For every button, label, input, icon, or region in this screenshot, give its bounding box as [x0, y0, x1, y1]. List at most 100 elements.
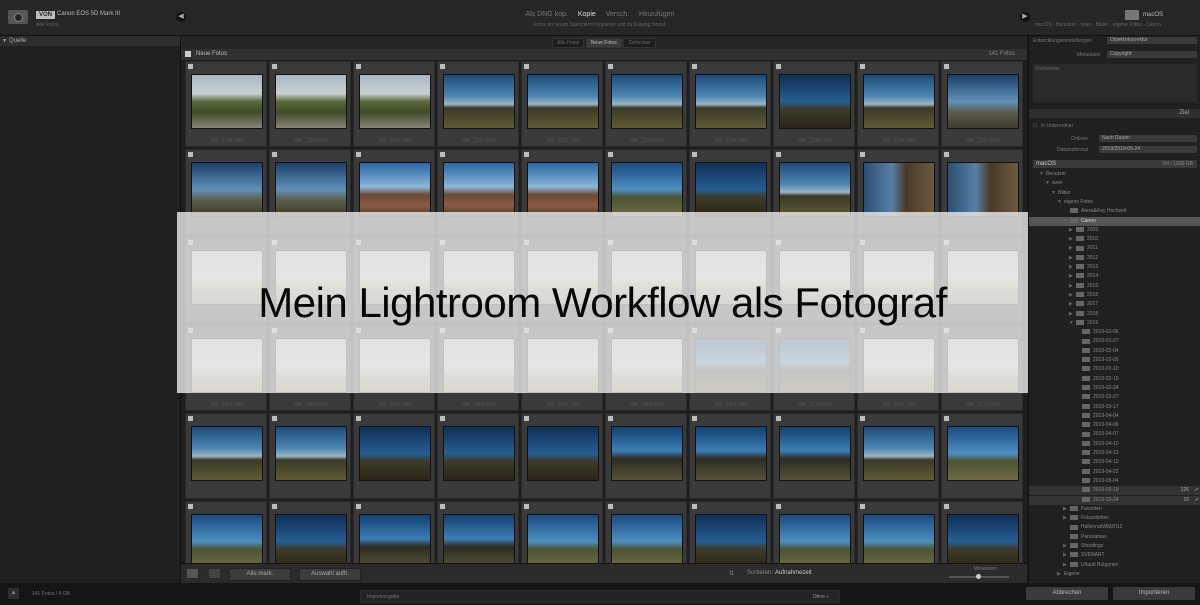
folder-item[interactable]: ▶ Eigene — [1029, 570, 1200, 579]
folder-item[interactable]: ▼ Canon — [1029, 216, 1200, 226]
photo-checkbox[interactable] — [776, 64, 781, 69]
folder-item[interactable]: 2019-04-22 — [1029, 468, 1200, 477]
disclosure-triangle-icon[interactable]: ▶ — [1063, 505, 1070, 514]
folder-item[interactable]: ▼ 2019 — [1029, 319, 1200, 328]
disclosure-triangle-icon[interactable]: ▶ — [1069, 263, 1076, 272]
photo-thumbnail[interactable] — [863, 162, 935, 217]
photo-thumbnail[interactable] — [611, 162, 683, 217]
photo-checkbox[interactable] — [188, 416, 193, 421]
photo-thumbnail[interactable] — [275, 74, 347, 129]
folder-item[interactable]: ▼ eigene Fotos — [1029, 198, 1200, 207]
disclosure-triangle-icon[interactable]: ▶ — [1069, 291, 1076, 300]
photo-checkbox[interactable] — [524, 504, 529, 509]
cancel-button[interactable]: Abbrechen — [1026, 587, 1108, 600]
photo-thumbnail[interactable] — [947, 426, 1019, 481]
folder-item[interactable]: ▶ 2015 — [1029, 282, 1200, 291]
folder-item[interactable]: HallenradWM2012 — [1029, 523, 1200, 532]
photo-checkbox[interactable] — [524, 64, 529, 69]
source-panel-header[interactable]: Quelle — [0, 36, 180, 46]
photo-checkbox[interactable] — [272, 416, 277, 421]
mode-move[interactable]: Versch. — [606, 11, 629, 18]
photo-checkbox[interactable] — [776, 504, 781, 509]
photo-checkbox[interactable] — [776, 152, 781, 157]
disclosure-triangle-icon[interactable]: ▼ — [1057, 198, 1064, 207]
photo-checkbox[interactable] — [272, 152, 277, 157]
destination-name[interactable]: macOS — [1143, 12, 1163, 18]
photo-checkbox[interactable] — [356, 64, 361, 69]
photo-cell[interactable] — [857, 413, 939, 499]
photo-thumbnail[interactable] — [863, 426, 935, 481]
check-all-button[interactable]: Alle mark. — [229, 568, 291, 581]
photo-thumbnail[interactable] — [527, 74, 599, 129]
disclosure-triangle-icon[interactable]: ▼ — [1039, 170, 1046, 179]
folder-item[interactable]: ▶ 2017 — [1029, 300, 1200, 309]
folder-item[interactable]: ▼ sven — [1029, 179, 1200, 188]
photo-thumbnail[interactable] — [527, 162, 599, 217]
organize-dropdown[interactable]: Nach Datum — [1099, 135, 1197, 142]
disclosure-triangle-icon[interactable]: ▶ — [1069, 235, 1076, 244]
photo-thumbnail[interactable] — [275, 162, 347, 217]
photo-thumbnail[interactable] — [443, 74, 515, 129]
folder-item[interactable]: ▶ Fotoarbeiten — [1029, 514, 1200, 523]
volume-row[interactable]: macOS 3/4 / 1000 GB — [1033, 160, 1197, 168]
photo-thumbnail[interactable] — [611, 74, 683, 129]
disclosure-triangle-icon[interactable]: ▼ — [1069, 319, 1076, 328]
photo-checkbox[interactable] — [356, 152, 361, 157]
photo-thumbnail[interactable] — [359, 514, 431, 569]
thumbnail-size-slider[interactable] — [949, 574, 1009, 579]
photo-thumbnail[interactable] — [191, 162, 263, 217]
photo-thumbnail[interactable] — [527, 426, 599, 481]
folder-item[interactable]: ▶ Shootings — [1029, 542, 1200, 551]
photo-thumbnail[interactable] — [863, 74, 935, 129]
folder-item[interactable]: ▼ Bilder — [1029, 189, 1200, 198]
photo-checkbox[interactable] — [608, 504, 613, 509]
disclosure-triangle-icon[interactable]: ▶ — [1063, 551, 1070, 560]
keywords-field[interactable]: Stichwörter — [1033, 64, 1197, 102]
photo-cell[interactable] — [269, 413, 351, 499]
photo-thumbnail[interactable] — [695, 426, 767, 481]
folder-item[interactable]: 2019-02-19 — [1029, 375, 1200, 384]
uncheck-all-button[interactable]: Auswahl aufh. — [299, 568, 361, 581]
folder-item[interactable]: ▶ 2013 — [1029, 263, 1200, 272]
folder-item[interactable]: 2019-04-06 — [1029, 421, 1200, 430]
folder-item[interactable]: Alexa&Kay Hochzeit — [1029, 207, 1200, 216]
photo-thumbnail[interactable] — [527, 514, 599, 569]
photo-cell[interactable] — [185, 413, 267, 499]
photo-checkbox[interactable] — [440, 416, 445, 421]
photo-checkbox[interactable] — [860, 416, 865, 421]
photo-checkbox[interactable] — [692, 416, 697, 421]
photo-thumbnail[interactable] — [443, 162, 515, 217]
subfolder-checkbox[interactable]: ☐ — [1033, 123, 1037, 129]
photo-thumbnail[interactable] — [779, 74, 851, 129]
tab-all-photos[interactable]: Alle Fotos — [552, 38, 585, 48]
photo-cell[interactable]: SDI_3335.CR2 — [773, 61, 855, 147]
photo-thumbnail[interactable] — [359, 74, 431, 129]
photo-thumbnail[interactable] — [359, 162, 431, 217]
folder-item[interactable]: ▶ 2010 — [1029, 235, 1200, 244]
ziel-header[interactable]: Ziel — [1029, 109, 1200, 118]
photo-cell[interactable]: SDI_3336.CR2 — [857, 61, 939, 147]
photo-checkbox[interactable] — [188, 64, 193, 69]
photo-checkbox[interactable] — [356, 416, 361, 421]
photo-checkbox[interactable] — [440, 152, 445, 157]
folder-item[interactable]: 2019-02-10 — [1029, 365, 1200, 374]
photo-checkbox[interactable] — [944, 64, 949, 69]
disclosure-triangle-icon[interactable]: ▶ — [1069, 272, 1076, 281]
photo-checkbox[interactable] — [524, 152, 529, 157]
expand-icon[interactable]: ▲ — [8, 588, 19, 599]
folder-item[interactable]: 2019-03-17 — [1029, 403, 1200, 412]
disclosure-triangle-icon[interactable]: ▼ — [1045, 179, 1052, 188]
photo-thumbnail[interactable] — [191, 74, 263, 129]
photo-thumbnail[interactable] — [779, 426, 851, 481]
photo-checkbox[interactable] — [860, 64, 865, 69]
photo-cell[interactable]: SDI_3333.CR2 — [605, 61, 687, 147]
folder-item[interactable]: 2019-04-10 — [1029, 440, 1200, 449]
photo-cell[interactable] — [689, 413, 771, 499]
folder-item[interactable]: 2019-04-07 — [1029, 430, 1200, 439]
photo-cell[interactable]: SDI_3330.CR2 — [353, 61, 435, 147]
folder-item[interactable]: ▶ 2016 — [1029, 291, 1200, 300]
photo-cell[interactable] — [437, 413, 519, 499]
arrow-right-icon[interactable]: ▶ — [1020, 12, 1030, 22]
folder-item[interactable]: 2019-02-27 — [1029, 393, 1200, 402]
photo-checkbox[interactable] — [944, 416, 949, 421]
